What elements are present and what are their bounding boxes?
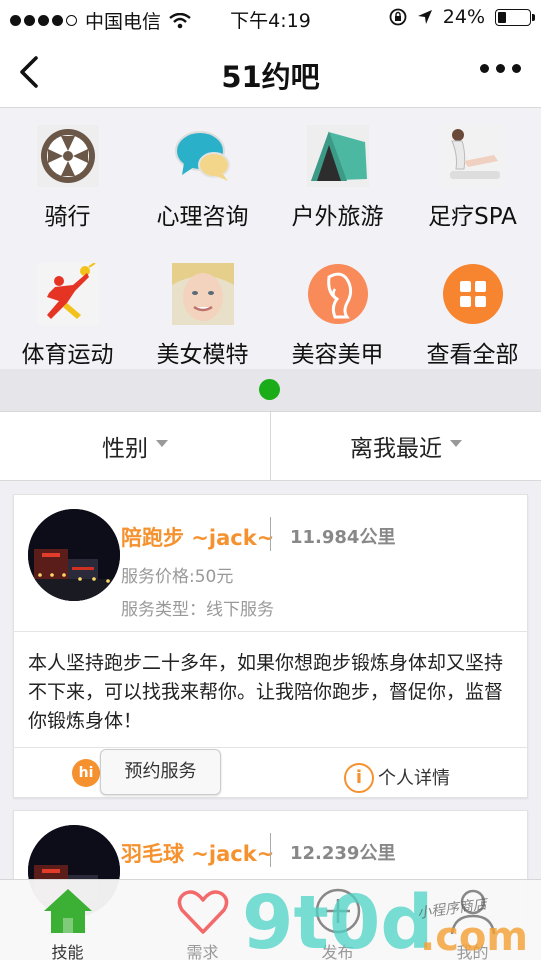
tab-label: 需求 — [186, 943, 219, 960]
category-label: 骑行 — [44, 204, 91, 230]
more-icon[interactable] — [480, 64, 521, 73]
category-label: 体育运动 — [21, 342, 114, 368]
category-label: 心理咨询 — [156, 204, 249, 230]
user-icon — [450, 889, 496, 935]
bicycle-wheel-icon — [37, 125, 99, 187]
heart-icon — [177, 890, 229, 934]
provider-name: 陪跑步 ~jack~ — [121, 526, 275, 550]
chat-bubbles-icon — [175, 131, 230, 181]
book-service-button[interactable]: 预约服务 — [100, 749, 221, 795]
distance-text: 11.984公里 — [290, 527, 396, 548]
tab-publish[interactable]: 发布 — [270, 880, 405, 960]
category-foot-spa[interactable]: 足疗SPA — [405, 109, 540, 239]
category-view-all[interactable]: 查看全部 — [405, 247, 540, 377]
service-type: 服务类型：线下服务 — [121, 600, 274, 620]
plus-circle-icon — [315, 888, 361, 934]
divider — [14, 631, 527, 632]
status-bar: 中国电信 下午4:19 24% — [0, 0, 541, 36]
beauty-lady-icon — [308, 264, 368, 324]
category-label: 户外旅游 — [291, 204, 384, 230]
category-cycling[interactable]: 骑行 — [0, 109, 135, 239]
hi-icon: hi — [72, 759, 100, 787]
tab-label: 我的 — [456, 943, 489, 960]
gender-filter-label: 性别 — [102, 436, 148, 462]
battery-icon — [495, 8, 535, 26]
divider — [14, 747, 527, 748]
category-label: 美容美甲 — [291, 342, 384, 368]
rotation-lock-icon — [389, 8, 407, 26]
distance-filter-label: 离我最近 — [350, 436, 442, 462]
foot-spa-icon — [442, 125, 504, 187]
tab-skills[interactable]: 技能 — [0, 880, 135, 960]
tab-mine[interactable]: 我的 — [405, 880, 540, 960]
personal-details-link[interactable]: 个人详情 — [378, 764, 450, 790]
category-counseling[interactable]: 心理咨询 — [135, 109, 270, 239]
page-title: 51约吧 — [221, 60, 320, 94]
category-label: 美女模特 — [156, 342, 249, 368]
category-beauty-nails[interactable]: 美容美甲 — [270, 247, 405, 377]
category-label: 足疗SPA — [428, 204, 517, 230]
category-sports[interactable]: 体育运动 — [0, 247, 135, 377]
avatar[interactable] — [28, 509, 120, 601]
status-right: 24% — [389, 6, 535, 28]
grid-all-icon — [443, 264, 503, 324]
tab-needs[interactable]: 需求 — [135, 880, 270, 960]
nav-bar: 51约吧 — [0, 36, 541, 108]
tent-icon — [307, 125, 369, 187]
dropdown-triangle-icon — [156, 439, 168, 447]
service-description: 本人坚持跑步二十多年，如果你想跑步锻炼身体却又坚持不下来，可以找我来帮你。让我陪… — [28, 652, 504, 732]
tab-label: 技能 — [51, 943, 84, 960]
model-face-icon — [172, 263, 234, 325]
athlete-icon — [37, 263, 99, 325]
provider-name: 羽毛球 ~jack~ — [121, 842, 275, 866]
pager-dot[interactable] — [259, 379, 280, 400]
tab-bar: 技能 需求 发布 我的 — [0, 879, 541, 960]
home-icon — [44, 889, 92, 933]
category-grid: 骑行 心理咨询 户外旅游 足疗SPA 体育运动 美女模特 美容美甲 查看全部 — [0, 109, 541, 369]
service-price: 服务价格:50元 — [121, 567, 234, 587]
battery-percent: 24% — [442, 6, 485, 28]
distance-filter[interactable]: 离我最近 — [270, 412, 541, 480]
service-card[interactable]: 陪跑步 ~jack~ 11.984公里 服务价格:50元 服务类型：线下服务 本… — [13, 494, 528, 798]
category-label: 查看全部 — [426, 342, 519, 368]
divider — [270, 517, 271, 551]
distance-text: 12.239公里 — [290, 843, 396, 864]
category-models[interactable]: 美女模特 — [135, 247, 270, 377]
category-outdoor-travel[interactable]: 户外旅游 — [270, 109, 405, 239]
divider — [270, 833, 271, 867]
dropdown-triangle-icon — [450, 439, 462, 447]
carousel-pager — [0, 369, 541, 411]
location-arrow-icon — [417, 10, 432, 24]
info-icon[interactable]: i — [344, 763, 374, 793]
filter-bar: 性别 离我最近 — [0, 411, 541, 481]
gender-filter[interactable]: 性别 — [0, 412, 270, 480]
tab-label: 发布 — [321, 943, 354, 960]
